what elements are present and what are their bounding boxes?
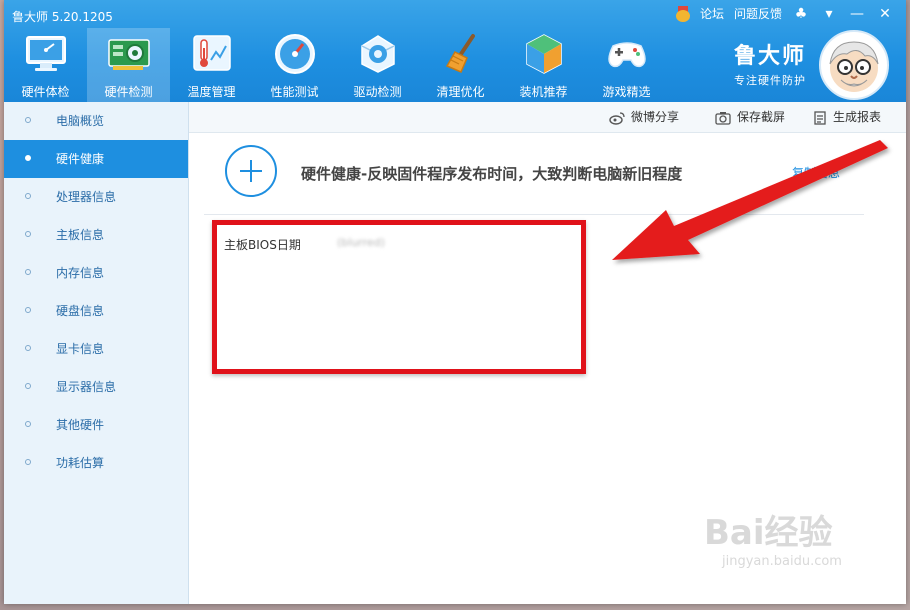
camera-icon (715, 111, 731, 125)
bullet-icon (25, 193, 31, 199)
sidebar-item-label: 其他硬件 (56, 418, 105, 432)
weibo-share-label: 微博分享 (631, 110, 680, 124)
sidebar-item-label: 硬盘信息 (56, 304, 105, 318)
speedometer-icon (275, 34, 315, 74)
sidebar-item-label: 内存信息 (56, 266, 105, 280)
baidu-watermark: Bai经验 jingyan.baidu.com (704, 505, 842, 569)
bullet-icon (25, 421, 31, 427)
bullet-icon (25, 383, 31, 389)
top-links: 论坛 问题反馈 ♣ ▾ — ✕ (675, 5, 894, 22)
bullet-icon (25, 307, 31, 313)
sidebar-item-other-hardware[interactable]: 其他硬件 (4, 406, 188, 444)
sidebar-item-label: 处理器信息 (56, 190, 117, 204)
app-title: 鲁大师 5.20.1205 (12, 10, 113, 24)
nav-performance[interactable]: 性能测试 (253, 28, 336, 102)
brand-slogan: 专注硬件防护 (734, 74, 806, 87)
add-icon[interactable] (225, 145, 277, 197)
red-arrow-annotation (612, 140, 888, 260)
sidebar: 电脑概览 硬件健康 处理器信息 主板信息 内存信息 硬盘信息 显卡信息 显示器信… (4, 102, 189, 604)
brand-name: 鲁大师 (734, 44, 807, 69)
bullet-icon (25, 155, 31, 161)
nav-cleanup[interactable]: 清理优化 (419, 28, 502, 102)
feedback-link[interactable]: 问题反馈 (734, 5, 782, 22)
nav-temperature[interactable]: 温度管理 (170, 28, 253, 102)
nav-hardware-detect[interactable]: 硬件检测 (87, 28, 170, 102)
watermark-main: Bai经验 (704, 513, 833, 553)
app-window: 鲁大师 5.20.1205 论坛 问题反馈 ♣ ▾ — ✕ 硬件体检 硬件检测 … (4, 0, 906, 604)
close-button[interactable]: ✕ (876, 6, 894, 22)
sidebar-item-label: 硬件健康 (56, 152, 105, 166)
nav-label: 清理优化 (436, 85, 485, 99)
monitor-icon (26, 36, 66, 71)
forum-link[interactable]: 论坛 (700, 5, 724, 22)
sidebar-item-cpu[interactable]: 处理器信息 (4, 178, 188, 216)
generate-report-label: 生成报表 (833, 110, 882, 124)
save-screenshot-button[interactable]: 保存截屏 (715, 102, 785, 132)
bullet-icon (25, 231, 31, 237)
thermometer-icon (193, 35, 231, 71)
mascot-avatar[interactable] (819, 30, 889, 100)
sidebar-item-motherboard[interactable]: 主板信息 (4, 216, 188, 254)
broom-icon (445, 34, 475, 73)
toolbar: 微博分享 保存截屏 生成报表 (189, 102, 906, 133)
mascot-face-icon (829, 41, 879, 92)
bullet-icon (25, 345, 31, 351)
sidebar-item-hardware-health[interactable]: 硬件健康 (4, 140, 188, 178)
top-bar: 鲁大师 5.20.1205 论坛 问题反馈 ♣ ▾ — ✕ 硬件体检 硬件检测 … (4, 0, 906, 102)
sidebar-item-label: 主板信息 (56, 228, 105, 242)
bullet-icon (25, 117, 31, 123)
report-icon (814, 110, 826, 125)
nav-label: 硬件检测 (104, 85, 153, 99)
nav-label: 硬件体检 (21, 85, 70, 99)
sidebar-item-label: 电脑概览 (56, 114, 105, 128)
nav-hardware-checkup[interactable]: 硬件体检 (4, 28, 87, 102)
save-screenshot-label: 保存截屏 (737, 110, 786, 124)
nav-build-recommend[interactable]: 装机推荐 (502, 28, 585, 102)
bullet-icon (25, 459, 31, 465)
sidebar-item-gpu[interactable]: 显卡信息 (4, 330, 188, 368)
driver-gear-icon (361, 35, 395, 73)
weibo-share-button[interactable]: 微博分享 (609, 102, 679, 132)
sidebar-item-label: 显示器信息 (56, 380, 117, 394)
sidebar-item-power-estimate[interactable]: 功耗估算 (4, 444, 188, 482)
sidebar-item-overview[interactable]: 电脑概览 (4, 102, 188, 140)
sidebar-item-label: 功耗估算 (56, 456, 105, 470)
generate-report-button[interactable]: 生成报表 (813, 102, 881, 132)
bullet-icon (25, 269, 31, 275)
weibo-icon (609, 111, 625, 125)
nav-label: 温度管理 (187, 85, 236, 99)
sidebar-item-disk[interactable]: 硬盘信息 (4, 292, 188, 330)
highlight-box (212, 220, 586, 374)
medal-icon[interactable] (675, 5, 690, 22)
sidebar-item-memory[interactable]: 内存信息 (4, 254, 188, 292)
brand: 鲁大师 专注硬件防护 (734, 38, 806, 88)
nav-games[interactable]: 游戏精选 (585, 28, 668, 102)
nav-label: 游戏精选 (602, 85, 651, 99)
sidebar-item-label: 显卡信息 (56, 342, 105, 356)
sidebar-item-monitor[interactable]: 显示器信息 (4, 368, 188, 406)
nav-label: 装机推荐 (519, 85, 568, 99)
nav-driver[interactable]: 驱动检测 (336, 28, 419, 102)
main-nav: 硬件体检 硬件检测 温度管理 性能测试 驱动检测 清理优化 装机推荐 游戏精选 (4, 28, 668, 102)
menu-icon[interactable]: ▾ (820, 6, 838, 22)
nav-label: 驱动检测 (353, 85, 402, 99)
hardware-card-icon (108, 39, 150, 70)
cube-icon (526, 34, 562, 74)
minimize-button[interactable]: — (848, 6, 866, 22)
watermark-url: jingyan.baidu.com (722, 554, 842, 569)
gamepad-icon (608, 42, 646, 68)
nav-label: 性能测试 (270, 85, 319, 99)
skin-icon[interactable]: ♣ (792, 6, 810, 22)
